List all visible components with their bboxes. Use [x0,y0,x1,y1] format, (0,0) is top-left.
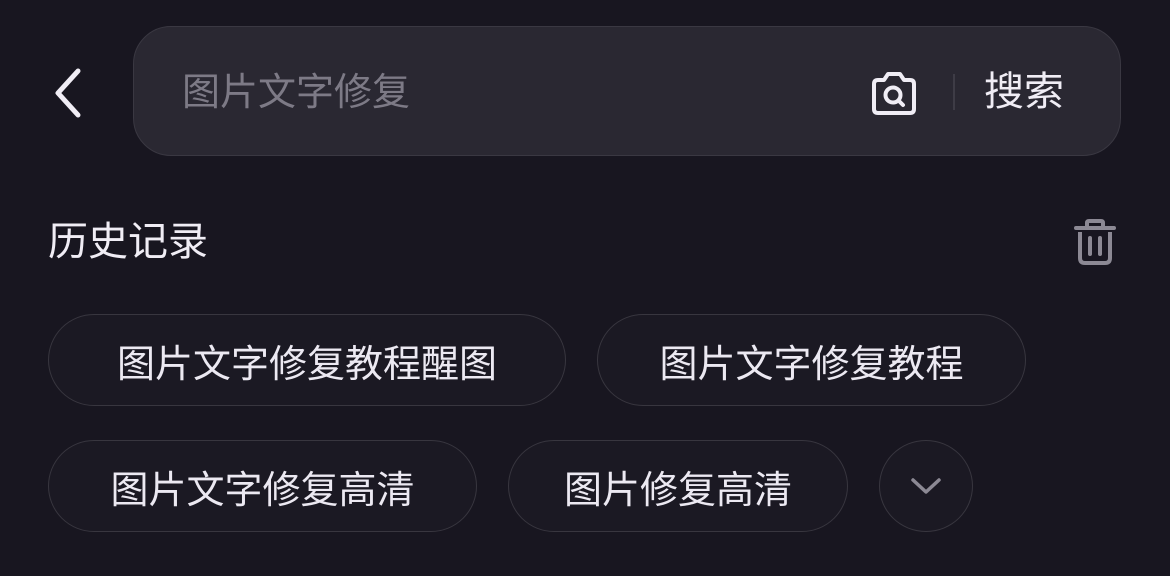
expand-history-button[interactable] [879,440,973,532]
search-input[interactable] [182,55,822,129]
search-divider [953,74,955,110]
history-chip[interactable]: 图片文字修复教程 [597,314,1026,406]
history-chip[interactable]: 图片修复高清 [508,440,848,532]
camera-button[interactable] [862,65,926,123]
camera-icon [872,72,916,115]
search-button[interactable]: 搜索 [984,62,1064,122]
search-page: 搜索 历史记录 图片文字修复教程醒图 图片文字修复教程 图片文字修复高清 图片修… [0,0,1170,576]
history-chip[interactable]: 图片文字修复高清 [48,440,477,532]
search-bar: 搜索 [133,26,1121,156]
clear-history-button[interactable] [1068,213,1122,271]
chevron-down-icon [911,478,941,494]
chevron-left-icon [55,68,81,118]
history-chip[interactable]: 图片文字修复教程醒图 [48,314,566,406]
trash-icon [1074,219,1116,265]
back-button[interactable] [40,58,100,128]
history-title: 历史记录 [48,219,208,265]
